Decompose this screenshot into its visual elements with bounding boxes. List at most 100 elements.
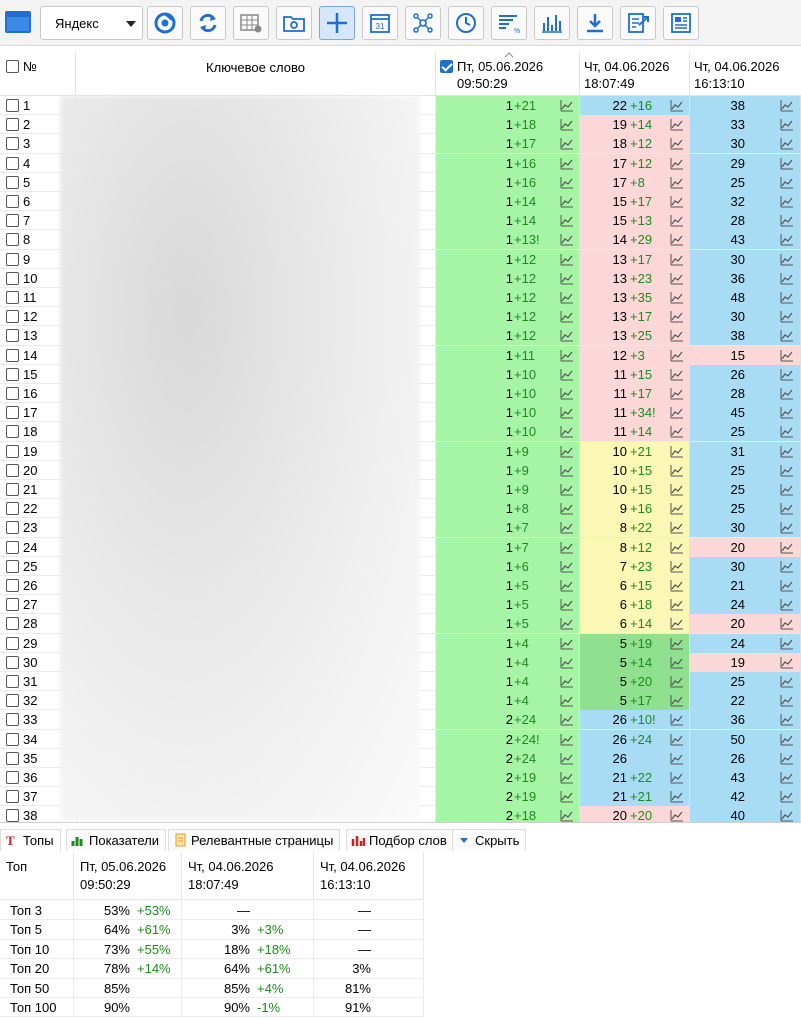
position-cell-p1[interactable]: 1 +9 [436,480,580,499]
graph-icon[interactable] [780,445,794,458]
row-checkbox[interactable] [6,732,19,746]
graph-icon[interactable] [780,118,794,131]
position-cell-p3[interactable]: 26 [690,364,801,384]
graph-icon[interactable] [670,521,684,534]
position-cell-p2[interactable]: 17 +12 [580,153,690,173]
position-cell-p1[interactable]: 1 +21 [436,96,580,115]
graph-icon[interactable] [780,675,794,688]
row-checkbox[interactable] [6,579,19,592]
graph-icon[interactable] [560,656,574,669]
position-cell-p1[interactable]: 2 +24 [436,710,580,730]
graph-icon[interactable] [670,790,684,803]
graph-icon[interactable] [560,752,574,765]
graph-icon[interactable] [780,483,794,496]
graph-icon[interactable] [780,253,794,266]
position-cell-p1[interactable]: 1 +9 [436,460,580,480]
row-checkbox[interactable] [6,771,19,784]
position-cell-p1[interactable]: 1 +10 [436,384,580,403]
refresh-button[interactable] [190,6,226,40]
row-checkbox[interactable] [6,483,19,496]
graph-icon[interactable] [780,176,794,189]
row-checkbox[interactable] [6,367,19,381]
graph-icon[interactable] [780,195,794,208]
position-cell-p2[interactable]: 6 +18 [580,595,690,615]
position-cell-p2[interactable]: 26 [580,748,690,768]
graph-icon[interactable] [560,579,574,592]
row-checkbox[interactable] [6,214,19,228]
graph-icon[interactable] [780,272,794,285]
position-cell-p3[interactable]: 25 [690,499,801,519]
row-checkbox[interactable] [6,636,19,650]
window-icon[interactable] [4,8,32,36]
position-cell-p1[interactable]: 1 +14 [436,192,580,211]
position-cell-p1[interactable]: 1 +10 [436,364,580,384]
position-cell-p2[interactable]: 20 +20 [580,806,690,822]
graph-icon[interactable] [560,809,574,822]
position-cell-p1[interactable]: 1 +8 [436,499,580,519]
col-p1-checkbox[interactable] [440,60,453,73]
graph-icon[interactable] [560,253,574,266]
graph-icon[interactable] [670,272,684,285]
position-cell-p3[interactable]: 45 [690,403,801,423]
row-checkbox[interactable] [6,406,19,420]
filter-percent-button[interactable]: % [491,6,527,40]
graph-icon[interactable] [670,809,684,822]
export-button[interactable] [620,6,656,40]
position-cell-p1[interactable]: 1 +10 [436,422,580,442]
graph-icon[interactable] [780,752,794,765]
graph-icon[interactable] [670,598,684,611]
position-cell-p1[interactable]: 1 +13! [436,230,580,250]
row-checkbox[interactable] [6,655,19,669]
position-cell-p2[interactable]: 26 +10! [580,710,690,730]
col-p3-header[interactable]: Чт, 04.06.2026 16:13:10 [690,52,801,96]
position-cell-p3[interactable]: 19 [690,652,801,672]
position-cell-p1[interactable]: 1 +12 [436,268,580,288]
position-cell-p1[interactable]: 1 +17 [436,134,580,154]
graph-icon[interactable] [670,560,684,573]
row-checkbox[interactable] [6,751,19,765]
graph-icon[interactable] [780,368,794,381]
graph-icon[interactable] [780,137,794,150]
graph-icon[interactable] [560,233,574,246]
position-cell-p2[interactable]: 5 +17 [580,691,690,711]
download-button[interactable] [577,6,613,40]
graph-icon[interactable] [780,157,794,170]
graph-icon[interactable] [780,425,794,438]
position-cell-p2[interactable]: 13 +17 [580,249,690,269]
graph-icon[interactable] [670,214,684,227]
position-cell-p3[interactable]: 20 [690,537,801,557]
graph-icon[interactable] [670,752,684,765]
position-cell-p1[interactable]: 1 +18 [436,115,580,135]
position-cell-p3[interactable]: 25 [690,172,801,192]
graph-icon[interactable] [670,502,684,515]
position-cell-p2[interactable]: 17 +8 [580,172,690,192]
position-cell-p3[interactable]: 28 [690,211,801,231]
position-cell-p3[interactable]: 20 [690,614,801,634]
position-cell-p1[interactable]: 1 +12 [436,326,580,346]
graph-icon[interactable] [560,733,574,746]
row-checkbox[interactable] [6,675,19,688]
graph-icon[interactable] [670,445,684,458]
graph-icon[interactable] [560,99,574,112]
position-cell-p2[interactable]: 6 +14 [580,614,690,634]
position-cell-p2[interactable]: 15 +17 [580,192,690,211]
position-cell-p2[interactable]: 5 +19 [580,633,690,653]
position-cell-p2[interactable]: 10 +21 [580,441,690,461]
graph-icon[interactable] [780,771,794,784]
position-cell-p3[interactable]: 38 [690,326,801,346]
position-cell-p3[interactable]: 30 [690,249,801,269]
position-cell-p1[interactable]: 2 +24 [436,748,580,768]
graph-icon[interactable] [670,387,684,400]
row-checkbox[interactable] [6,175,19,189]
position-cell-p1[interactable]: 1 +11 [436,345,580,365]
graph-icon[interactable] [560,157,574,170]
position-cell-p1[interactable]: 1 +4 [436,633,580,653]
graph-icon[interactable] [670,464,684,477]
position-cell-p3[interactable]: 32 [690,192,801,211]
position-cell-p2[interactable]: 21 +21 [580,787,690,807]
graph-icon[interactable] [560,464,574,477]
graph-icon[interactable] [670,310,684,323]
row-checkbox[interactable] [6,118,19,132]
graph-icon[interactable] [670,637,684,650]
graph-icon[interactable] [670,291,684,304]
